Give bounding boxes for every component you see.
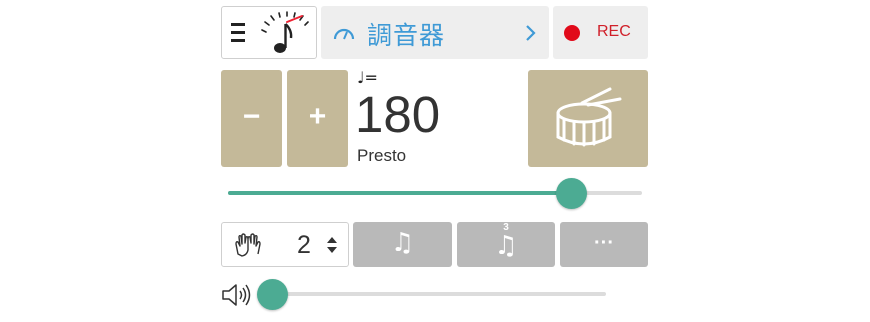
- volume-slider[interactable]: [262, 292, 606, 296]
- metronome-menu-button[interactable]: [221, 6, 317, 59]
- tuner-button[interactable]: 調音器: [321, 6, 549, 59]
- eighth-notes-button[interactable]: ♫: [353, 222, 452, 267]
- plus-icon: +: [308, 100, 327, 133]
- chevron-right-icon: [526, 25, 536, 41]
- beats-per-measure-stepper[interactable]: 2: [221, 222, 349, 267]
- record-dot-icon: [564, 25, 580, 41]
- clapping-hands-icon: [235, 233, 261, 257]
- hamburger-menu-icon: [231, 23, 245, 42]
- triplets-icon: ♫: [494, 231, 518, 261]
- increase-tempo-button[interactable]: +: [287, 70, 348, 167]
- tuner-label: 調音器: [367, 21, 446, 50]
- decrease-tempo-button[interactable]: −: [221, 70, 282, 167]
- snare-drum-icon: [556, 87, 622, 147]
- tempo-slider-fill: [228, 191, 572, 195]
- beats-value: 2: [297, 231, 311, 259]
- tempo-marking: Presto: [357, 146, 407, 165]
- volume-slider-thumb[interactable]: [256, 279, 288, 310]
- gauge-icon: [333, 28, 355, 40]
- speaker-icon: [222, 284, 251, 306]
- tempo-slider-thumb[interactable]: [556, 178, 588, 209]
- record-button[interactable]: REC: [553, 6, 648, 59]
- up-down-stepper-icon[interactable]: [326, 235, 338, 255]
- triplets-button[interactable]: 3 ♫: [457, 222, 555, 267]
- eighth-notes-icon: ♫: [390, 228, 415, 258]
- more-options-button[interactable]: ···: [560, 222, 648, 267]
- bpm-value[interactable]: 180: [355, 85, 440, 144]
- more-icon: ···: [594, 232, 614, 254]
- sound-select-button[interactable]: [528, 70, 648, 167]
- record-label: REC: [597, 23, 631, 40]
- metronome-note-icon: [261, 11, 309, 53]
- minus-icon: −: [242, 100, 261, 133]
